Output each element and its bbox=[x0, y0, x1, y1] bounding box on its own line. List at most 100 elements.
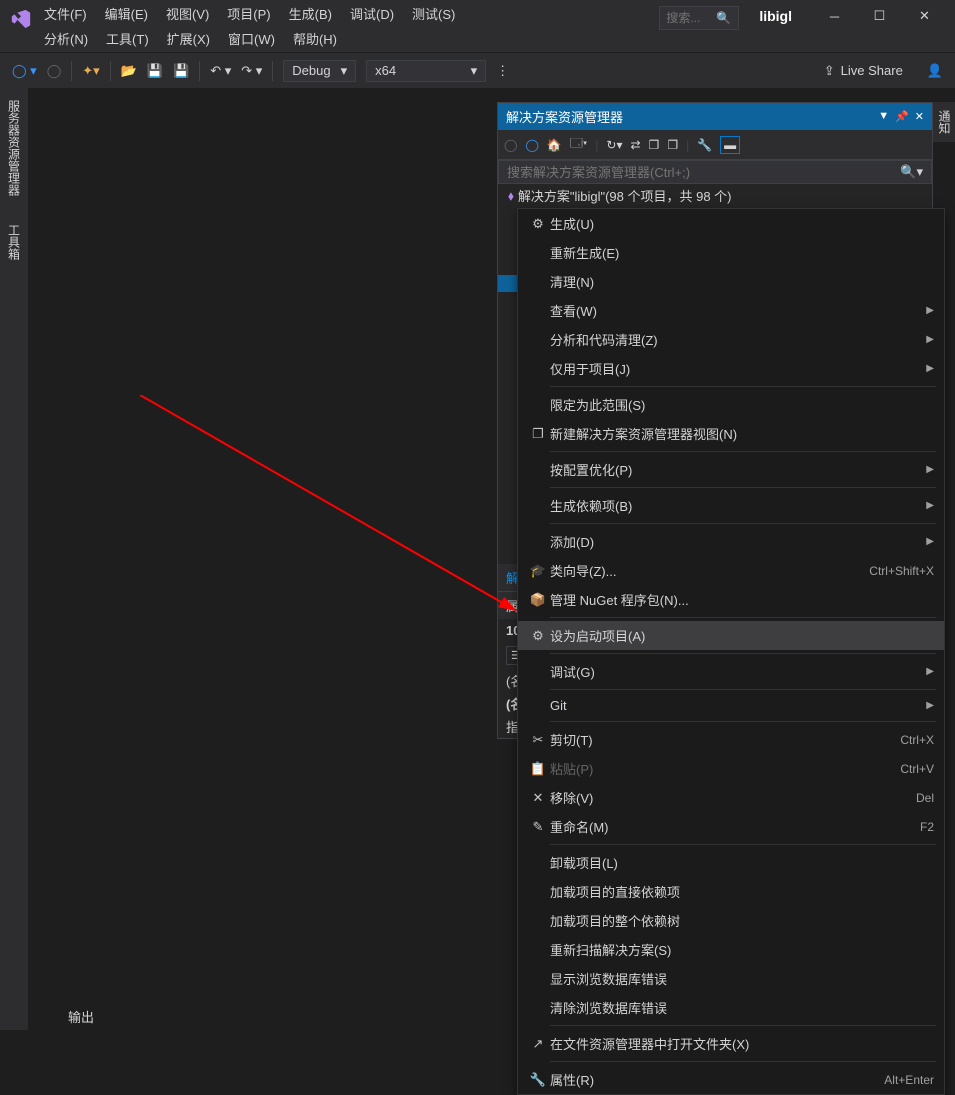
menu-edit[interactable]: 编辑(E) bbox=[105, 4, 148, 23]
cut-icon: ✂ bbox=[526, 732, 550, 748]
panel-sync-icon[interactable]: 🗔▾ bbox=[570, 134, 587, 155]
panel-search[interactable]: 🔍▾ bbox=[498, 160, 932, 184]
nuget-icon: 📦 bbox=[526, 592, 550, 608]
class-icon: 🎓 bbox=[526, 563, 550, 579]
output-tab[interactable]: 输出 bbox=[68, 1007, 94, 1026]
ctx-load-direct[interactable]: 加载项目的直接依赖项 bbox=[518, 877, 944, 906]
panel-header[interactable]: 解决方案资源管理器 ▼ 📌 ✕ bbox=[498, 103, 932, 130]
search-icon[interactable]: 🔍 bbox=[716, 11, 731, 25]
gear-icon: ⚙ bbox=[526, 628, 550, 644]
panel-search-icon[interactable]: 🔍▾ bbox=[900, 164, 923, 180]
save-button[interactable]: 💾 bbox=[147, 63, 163, 79]
remove-icon: ✕ bbox=[526, 790, 550, 806]
search-input[interactable] bbox=[666, 11, 716, 25]
title-bar: 文件(F) 编辑(E) 视图(V) 项目(P) 生成(B) 调试(D) 测试(S… bbox=[0, 0, 955, 52]
panel-pin-icon[interactable]: 📌 bbox=[895, 110, 909, 123]
ctx-debug[interactable]: 调试(G)▶ bbox=[518, 657, 944, 686]
search-box[interactable]: 🔍 bbox=[659, 6, 739, 30]
menu-bar: 文件(F) 编辑(E) 视图(V) 项目(P) 生成(B) 调试(D) 测试(S… bbox=[44, 0, 659, 50]
ctx-open-explorer[interactable]: ↗在文件资源管理器中打开文件夹(X) bbox=[518, 1029, 944, 1058]
menu-build[interactable]: 生成(B) bbox=[289, 4, 332, 23]
new-project-button[interactable]: ✦▾ bbox=[82, 63, 99, 79]
explorer-icon: ↗ bbox=[526, 1036, 550, 1052]
panel-copy2-icon[interactable]: ❐ bbox=[667, 138, 678, 152]
ctx-class-wizard[interactable]: 🎓类向导(Z)...Ctrl+Shift+X bbox=[518, 556, 944, 585]
ctx-new-view[interactable]: ❐新建解决方案资源管理器视图(N) bbox=[518, 419, 944, 448]
ctx-nuget[interactable]: 📦管理 NuGet 程序包(N)... bbox=[518, 585, 944, 614]
ctx-rescan[interactable]: 重新扫描解决方案(S) bbox=[518, 935, 944, 964]
panel-collapse-icon[interactable]: ⇄ bbox=[630, 138, 640, 152]
menu-project[interactable]: 项目(P) bbox=[227, 4, 270, 23]
context-menu: ⚙生成(U) 重新生成(E) 清理(N) 查看(W)▶ 分析和代码清理(Z)▶ … bbox=[517, 208, 945, 1095]
ctx-analyze[interactable]: 分析和代码清理(Z)▶ bbox=[518, 325, 944, 354]
menu-window[interactable]: 窗口(W) bbox=[228, 29, 275, 48]
panel-view-icon[interactable]: ▬ bbox=[720, 136, 740, 154]
menu-extensions[interactable]: 扩展(X) bbox=[167, 29, 210, 48]
open-button[interactable]: 📂 bbox=[121, 63, 137, 79]
panel-toolbar: ◯ ◯ 🏠 🗔▾ | ↻▾ ⇄ ❐ ❐ | 🔧 ▬ bbox=[498, 130, 932, 160]
panel-dropdown-icon[interactable]: ▼ bbox=[878, 110, 889, 123]
ctx-scope[interactable]: 限定为此范围(S) bbox=[518, 390, 944, 419]
ctx-build-deps[interactable]: 生成依赖项(B)▶ bbox=[518, 491, 944, 520]
notifications-tab[interactable]: 通知 bbox=[933, 102, 955, 142]
nav-back-button[interactable]: ◯ ▾ bbox=[12, 63, 37, 79]
menu-file[interactable]: 文件(F) bbox=[44, 4, 87, 23]
live-share-button[interactable]: ⇪ Live Share bbox=[824, 63, 903, 79]
panel-refresh-icon[interactable]: ↻▾ bbox=[606, 138, 622, 152]
rename-icon: ✎ bbox=[526, 819, 550, 835]
panel-wrench-icon[interactable]: 🔧 bbox=[697, 138, 712, 152]
config-dropdown[interactable]: Debug▾ bbox=[283, 60, 356, 82]
platform-dropdown[interactable]: x64▾ bbox=[366, 60, 486, 82]
ctx-add[interactable]: 添加(D)▶ bbox=[518, 527, 944, 556]
menu-analyze[interactable]: 分析(N) bbox=[44, 29, 88, 48]
ctx-set-startup[interactable]: ⚙设为启动项目(A) bbox=[518, 621, 944, 650]
menu-help[interactable]: 帮助(H) bbox=[293, 29, 337, 48]
ctx-build[interactable]: ⚙生成(U) bbox=[518, 209, 944, 238]
redo-button[interactable]: ↷ ▾ bbox=[241, 63, 262, 79]
panel-title: 解决方案资源管理器 bbox=[506, 107, 623, 126]
ctx-properties[interactable]: 🔧属性(R)Alt+Enter bbox=[518, 1065, 944, 1094]
ctx-clear-db-err[interactable]: 清除浏览数据库错误 bbox=[518, 993, 944, 1022]
panel-fwd-icon[interactable]: ◯ bbox=[525, 138, 538, 152]
ctx-rebuild[interactable]: 重新生成(E) bbox=[518, 238, 944, 267]
share-icon: ⇪ bbox=[824, 63, 835, 79]
misc-button[interactable]: ⋮ bbox=[496, 63, 509, 79]
ctx-unload[interactable]: 卸载项目(L) bbox=[518, 848, 944, 877]
nav-fwd-button[interactable]: ◯ bbox=[47, 63, 62, 79]
panel-close-icon[interactable]: ✕ bbox=[915, 110, 924, 123]
panel-back-icon[interactable]: ◯ bbox=[504, 138, 517, 152]
close-button[interactable]: ✕ bbox=[902, 0, 947, 32]
ctx-view[interactable]: 查看(W)▶ bbox=[518, 296, 944, 325]
menu-tools[interactable]: 工具(T) bbox=[106, 29, 149, 48]
ctx-load-tree[interactable]: 加载项目的整个依赖树 bbox=[518, 906, 944, 935]
toolbox-tab[interactable]: 工具箱 bbox=[4, 220, 25, 264]
menu-test[interactable]: 测试(S) bbox=[412, 4, 455, 23]
minimize-button[interactable]: ─ bbox=[812, 0, 857, 32]
ctx-cut[interactable]: ✂剪切(T)Ctrl+X bbox=[518, 725, 944, 754]
ctx-rename[interactable]: ✎重命名(M)F2 bbox=[518, 812, 944, 841]
solution-node[interactable]: ⬧ 解决方案"libigl"(98 个项目，共 98 个) bbox=[498, 184, 932, 207]
account-icon[interactable]: 👤 bbox=[927, 63, 943, 79]
ctx-clean[interactable]: 清理(N) bbox=[518, 267, 944, 296]
solution-icon: ⬧ bbox=[508, 188, 514, 204]
vs-logo-icon bbox=[8, 6, 34, 32]
panel-search-input[interactable] bbox=[507, 165, 900, 180]
panel-home-icon[interactable]: 🏠 bbox=[547, 138, 562, 152]
ctx-project-only[interactable]: 仅用于项目(J)▶ bbox=[518, 354, 944, 383]
ctx-paste: 📋粘贴(P)Ctrl+V bbox=[518, 754, 944, 783]
ctx-remove[interactable]: ✕移除(V)Del bbox=[518, 783, 944, 812]
ctx-optimize[interactable]: 按配置优化(P)▶ bbox=[518, 455, 944, 484]
maximize-button[interactable]: ☐ bbox=[857, 0, 902, 32]
server-explorer-tab[interactable]: 服务器资源管理器 bbox=[4, 96, 25, 200]
paste-icon: 📋 bbox=[526, 761, 550, 777]
menu-view[interactable]: 视图(V) bbox=[166, 4, 209, 23]
panel-copy1-icon[interactable]: ❐ bbox=[649, 138, 660, 152]
ctx-show-db-err[interactable]: 显示浏览数据库错误 bbox=[518, 964, 944, 993]
right-sidebar-tabs: 通知 bbox=[933, 102, 955, 142]
menu-debug[interactable]: 调试(D) bbox=[350, 4, 394, 23]
build-icon: ⚙ bbox=[526, 216, 550, 232]
undo-button[interactable]: ↶ ▾ bbox=[210, 63, 231, 79]
ctx-git[interactable]: Git▶ bbox=[518, 693, 944, 718]
wrench-icon: 🔧 bbox=[526, 1072, 550, 1088]
save-all-button[interactable]: 💾 bbox=[173, 63, 189, 79]
